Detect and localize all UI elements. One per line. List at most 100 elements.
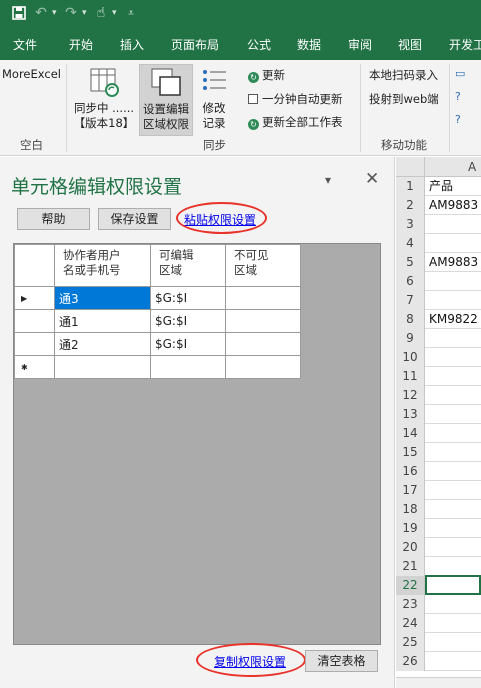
- sheet-row: 10: [396, 348, 481, 367]
- highlight-oval: [176, 202, 267, 234]
- tab-data[interactable]: 数据: [297, 36, 321, 53]
- ribbon-tabs: 文件 开始 插入 页面布局 公式 数据 审阅 视图 开发工: [0, 26, 481, 60]
- cell-a[interactable]: AM9883: [429, 253, 478, 272]
- row-number[interactable]: 10: [396, 348, 425, 367]
- touch-mode-icon[interactable]: ☝: [90, 3, 112, 23]
- update-all-label: 更新全部工作表: [262, 115, 343, 129]
- row-number[interactable]: 13: [396, 405, 425, 424]
- set-edit-permission-button[interactable]: 设置编辑 区域权限: [139, 64, 193, 136]
- hidden-cell[interactable]: [225, 332, 301, 356]
- pane-options-dropdown-icon[interactable]: ▾: [325, 173, 331, 187]
- project-web-button[interactable]: 投射到web端: [369, 91, 439, 107]
- modify-record-button[interactable]: 修改 记录: [196, 66, 232, 131]
- user-cell[interactable]: 通1: [54, 309, 151, 333]
- auto-update-checkbox[interactable]: 一分钟自动更新: [248, 91, 343, 107]
- row-number[interactable]: 2: [396, 196, 425, 215]
- tab-review[interactable]: 审阅: [348, 36, 372, 53]
- editable-cell[interactable]: $G:$I: [150, 309, 226, 333]
- editable-cell[interactable]: $G:$I: [150, 286, 226, 310]
- sheet-row: 15: [396, 443, 481, 462]
- update-button[interactable]: ↻ 更新: [248, 67, 285, 83]
- cell-a[interactable]: 产品: [429, 177, 453, 196]
- row-number[interactable]: 16: [396, 462, 425, 481]
- redo-dropdown-icon[interactable]: ▾: [82, 8, 90, 18]
- row-number[interactable]: 15: [396, 443, 425, 462]
- row-number[interactable]: 20: [396, 538, 425, 557]
- row-number[interactable]: 7: [396, 291, 425, 310]
- save-settings-button[interactable]: 保存设置: [98, 208, 171, 230]
- row-number[interactable]: 14: [396, 424, 425, 443]
- column-header-a[interactable]: A: [468, 160, 476, 174]
- tab-formulas[interactable]: 公式: [247, 36, 271, 53]
- modify-label-line2: 记录: [202, 116, 226, 130]
- tab-file[interactable]: 文件: [13, 36, 37, 53]
- user-cell[interactable]: 通3: [54, 286, 151, 310]
- sheet-row: 11: [396, 367, 481, 386]
- row-number[interactable]: 9: [396, 329, 425, 348]
- cell-a[interactable]: AM9883: [429, 196, 478, 215]
- row-number[interactable]: 25: [396, 633, 425, 652]
- row-number[interactable]: 8: [396, 310, 425, 329]
- redo-icon[interactable]: ↷: [60, 3, 82, 23]
- row-number[interactable]: 18: [396, 500, 425, 519]
- sync-button[interactable]: 同步中 ...... 【版本18】: [72, 66, 136, 131]
- pane-title: 单元格编辑权限设置: [11, 176, 183, 198]
- truncated-button-1-icon[interactable]: ▭: [455, 67, 465, 80]
- sheet-tab-bar[interactable]: [396, 677, 481, 688]
- new-user-cell[interactable]: [54, 355, 151, 379]
- row-number[interactable]: 6: [396, 272, 425, 291]
- row-header[interactable]: [14, 309, 55, 333]
- save-icon[interactable]: [8, 3, 30, 23]
- quick-access-toolbar: ↶ ▾ ↷ ▾ ☝ ▾ ⩡: [0, 0, 481, 26]
- truncated-help-icon-1[interactable]: ?: [455, 90, 461, 103]
- help-button[interactable]: 帮助: [17, 208, 90, 230]
- column-header-bar: A: [396, 157, 481, 177]
- clear-table-button[interactable]: 清空表格: [305, 650, 378, 672]
- user-cell[interactable]: 通2: [54, 332, 151, 356]
- row-number[interactable]: 22: [396, 576, 425, 595]
- row-number[interactable]: 17: [396, 481, 425, 500]
- more-excel-label[interactable]: MoreExcel: [2, 67, 61, 81]
- tab-page-layout[interactable]: 页面布局: [171, 36, 219, 53]
- tab-view[interactable]: 视图: [398, 36, 422, 53]
- new-hidden-cell[interactable]: [225, 355, 301, 379]
- cell-a[interactable]: KM9822: [429, 310, 478, 329]
- row-number[interactable]: 4: [396, 234, 425, 253]
- row-number[interactable]: 3: [396, 215, 425, 234]
- truncated-help-icon-2[interactable]: ?: [455, 113, 461, 126]
- editable-cell[interactable]: $G:$I: [150, 332, 226, 356]
- column-header-user[interactable]: 协作者用户 名或手机号: [54, 244, 151, 287]
- column-header-editable[interactable]: 可编辑 区域: [150, 244, 226, 287]
- row-number[interactable]: 5: [396, 253, 425, 272]
- customize-icon[interactable]: ⩡: [120, 3, 142, 23]
- refresh-icon: ↻: [248, 72, 259, 83]
- close-icon[interactable]: ✕: [365, 169, 379, 189]
- row-number[interactable]: 23: [396, 595, 425, 614]
- row-number[interactable]: 11: [396, 367, 425, 386]
- sheet-row: 23: [396, 595, 481, 614]
- tab-home[interactable]: 开始: [69, 36, 93, 53]
- row-number[interactable]: 1: [396, 177, 425, 196]
- hidden-cell[interactable]: [225, 309, 301, 333]
- tab-developer[interactable]: 开发工: [449, 36, 481, 53]
- hidden-cell[interactable]: [225, 286, 301, 310]
- row-header[interactable]: [14, 332, 55, 356]
- checkbox-icon[interactable]: [248, 94, 258, 104]
- touch-dropdown-icon[interactable]: ▾: [112, 8, 120, 18]
- current-row-indicator-icon[interactable]: ▶: [14, 286, 55, 310]
- undo-dropdown-icon[interactable]: ▾: [52, 8, 60, 18]
- table-header-row: 协作者用户 名或手机号 可编辑 区域 不可见 区域: [14, 244, 301, 287]
- row-number[interactable]: 19: [396, 519, 425, 538]
- update-all-button[interactable]: ↻ 更新全部工作表: [248, 114, 343, 130]
- tab-insert[interactable]: 插入: [120, 36, 144, 53]
- local-scan-button[interactable]: 本地扫码录入: [369, 67, 438, 83]
- undo-icon[interactable]: ↶: [30, 3, 52, 23]
- row-number[interactable]: 21: [396, 557, 425, 576]
- row-number[interactable]: 12: [396, 386, 425, 405]
- row-number[interactable]: 24: [396, 614, 425, 633]
- new-row-asterisk-icon[interactable]: ✱: [14, 355, 55, 379]
- select-all-corner[interactable]: [396, 157, 425, 177]
- column-header-hidden[interactable]: 不可见 区域: [225, 244, 301, 287]
- new-editable-cell[interactable]: [150, 355, 226, 379]
- row-number[interactable]: 26: [396, 652, 425, 671]
